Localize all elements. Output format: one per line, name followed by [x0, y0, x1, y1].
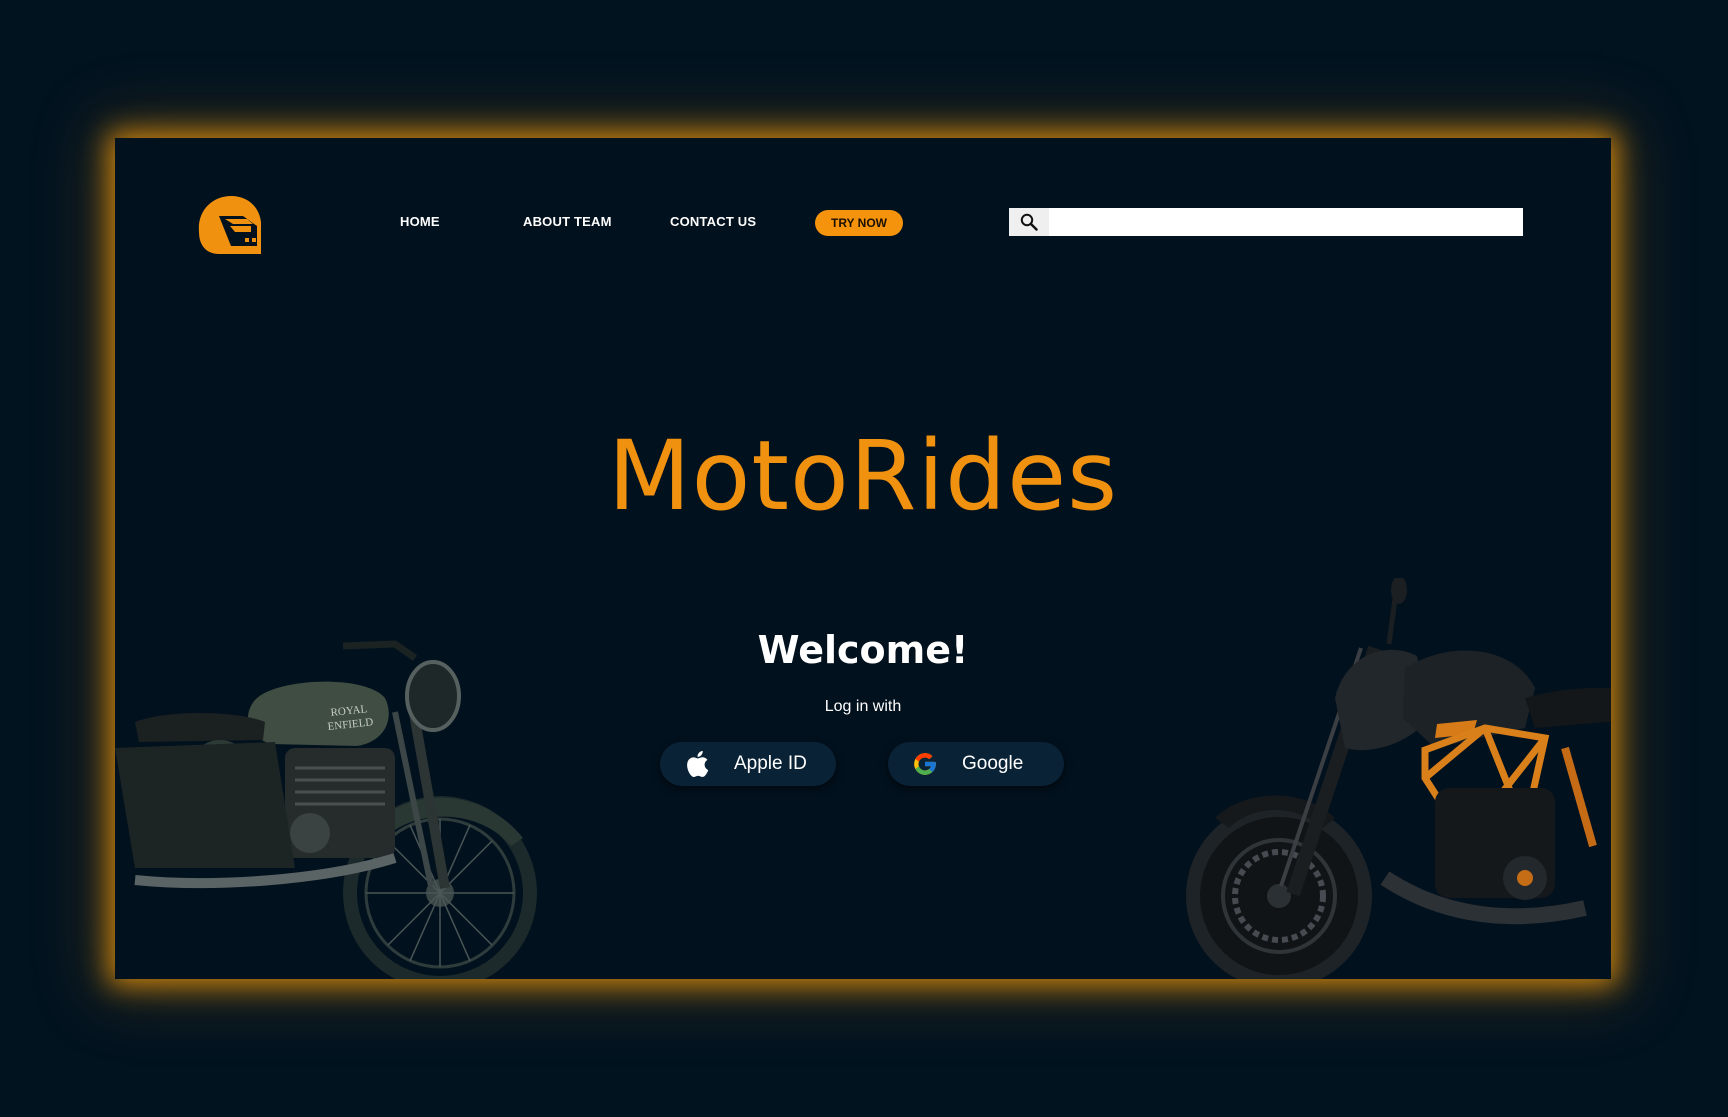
apple-icon: [682, 749, 712, 779]
apple-login-label: Apple ID: [734, 753, 807, 774]
helmet-logo-icon[interactable]: [195, 192, 265, 254]
try-now-button[interactable]: TRY NOW: [815, 210, 903, 236]
classic-motorcycle-image: ROYAL ENFIELD: [115, 640, 537, 979]
google-icon: [910, 749, 940, 779]
nav-about-team-link[interactable]: ABOUT TEAM: [523, 214, 612, 229]
nav-home-link[interactable]: HOME: [400, 214, 440, 229]
apple-login-button[interactable]: Apple ID: [660, 742, 836, 786]
page-background: HOME ABOUT TEAM CONTACT US TRY NOW MotoR…: [0, 0, 1728, 1117]
search-icon: [1020, 213, 1038, 231]
app-window: HOME ABOUT TEAM CONTACT US TRY NOW MotoR…: [115, 138, 1611, 979]
search-input[interactable]: [1049, 208, 1523, 236]
brand-title: MotoRides: [607, 420, 1119, 532]
search-button[interactable]: [1009, 208, 1049, 236]
nav-contact-us-link[interactable]: CONTACT US: [670, 214, 756, 229]
google-login-button[interactable]: Google: [888, 742, 1064, 786]
google-login-label: Google: [962, 753, 1024, 774]
sport-motorcycle-image: [1186, 578, 1611, 979]
search-bar: [1009, 208, 1523, 236]
